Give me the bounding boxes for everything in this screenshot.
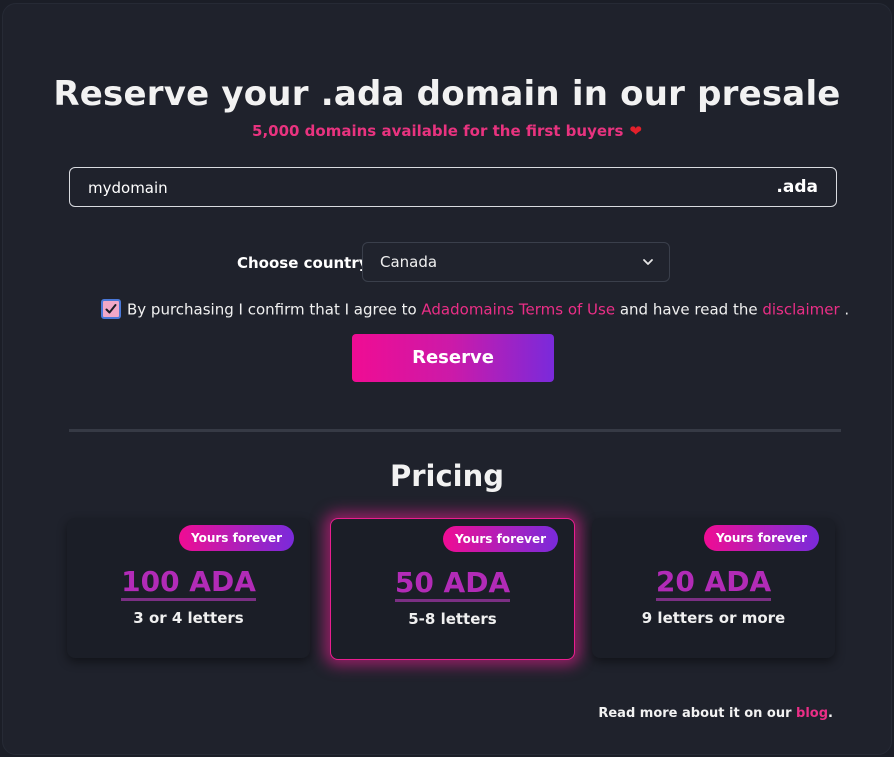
section-divider (69, 429, 841, 432)
footer-note: Read more about it on our blog. (598, 706, 833, 721)
pricing-card-3[interactable]: Yours forever 20 ADA 9 letters or more (592, 518, 835, 658)
check-icon (105, 304, 117, 314)
blog-link[interactable]: blog (796, 706, 828, 721)
agreement-text-middle: and have read the (615, 300, 763, 319)
agreement-text-before: By purchasing I confirm that I agree to (127, 300, 422, 319)
country-selected-value: Canada (380, 253, 438, 271)
plan-price-text: 100 ADA (121, 566, 256, 601)
plan-price-text: 20 ADA (655, 566, 772, 601)
plan-letters: 5-8 letters (408, 610, 497, 628)
plan-badge: Yours forever (178, 525, 294, 551)
pricing-card-2[interactable]: Yours forever 50 ADA 5-8 letters (330, 518, 575, 660)
page-subtitle: 5,000 domains available for the first bu… (3, 122, 891, 140)
plan-letters: 3 or 4 letters (133, 609, 244, 627)
plan-badge: Yours forever (703, 525, 819, 551)
terms-link[interactable]: Adadomains Terms of Use (421, 301, 615, 319)
pricing-card-1[interactable]: Yours forever 100 ADA 3 or 4 letters (67, 518, 310, 658)
agreement-text-after: . (839, 300, 850, 319)
domain-suffix: .ada (776, 177, 818, 197)
heart-icon: ❤ (629, 122, 642, 140)
plan-price: 20 ADA (592, 566, 835, 601)
plan-letters: 9 letters or more (641, 609, 786, 627)
chevron-down-icon (643, 259, 653, 265)
subtitle-text: 5,000 domains available for the first bu… (252, 122, 624, 140)
agree-checkbox[interactable] (101, 299, 121, 319)
plan-price: 100 ADA (67, 566, 310, 601)
page-title: Reserve your .ada domain in our presale (53, 74, 841, 114)
agreement-row: By purchasing I confirm that I agree to … (101, 299, 850, 322)
disclaimer-link[interactable]: disclaimer (762, 301, 839, 319)
plan-price-text: 50 ADA (394, 567, 511, 602)
domain-input[interactable] (86, 168, 690, 208)
reserve-button[interactable]: Reserve (352, 334, 554, 382)
country-select[interactable]: Canada (362, 242, 670, 282)
country-label: Choose country (237, 254, 369, 272)
footer-end: . (828, 706, 833, 721)
domain-field[interactable]: .ada (69, 167, 837, 208)
presale-panel: Reserve your .ada domain in our presale … (2, 3, 892, 755)
footer-text: Read more about it on our (598, 706, 797, 721)
plan-price: 50 ADA (331, 567, 574, 602)
plan-badge: Yours forever (442, 526, 558, 552)
pricing-title: Pricing (389, 459, 505, 493)
